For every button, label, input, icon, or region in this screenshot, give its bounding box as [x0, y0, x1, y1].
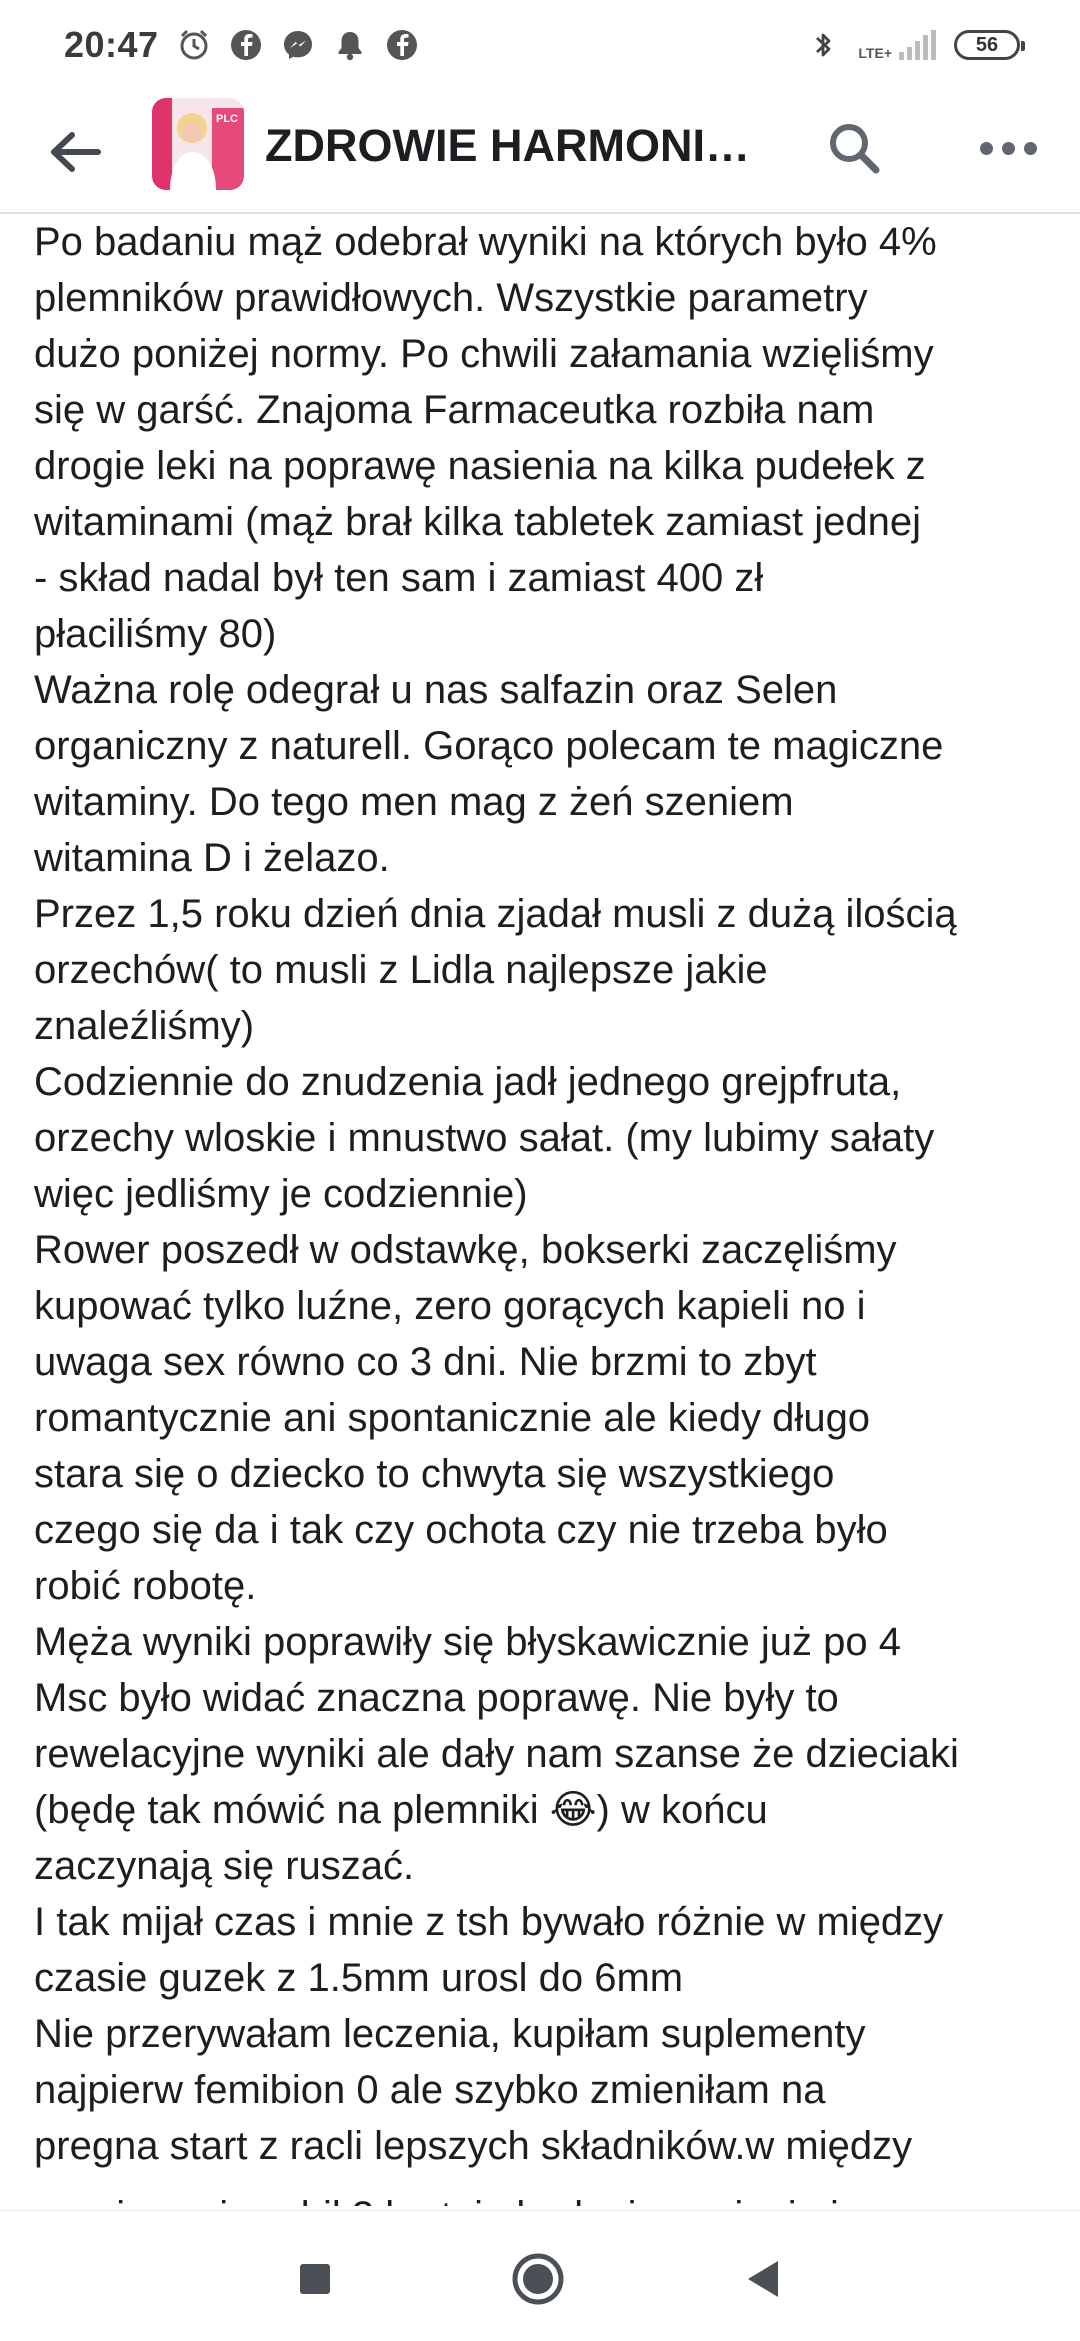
- post-line: płaciliśmy 80): [34, 612, 277, 656]
- post-line: witamina D i żelazo.: [34, 836, 390, 880]
- post-line: się w garść. Znajoma Farmaceutka rozbiła…: [34, 388, 875, 432]
- home-button[interactable]: [508, 2249, 568, 2309]
- battery-indicator: 56: [954, 30, 1025, 60]
- search-icon: [830, 124, 880, 174]
- back-arrow-button[interactable]: [44, 120, 108, 184]
- post-line: Przez 1,5 roku dzień dnia zjadał musli z…: [34, 892, 957, 936]
- network-type-label: LTE+: [858, 45, 892, 61]
- back-arrow-icon: [51, 132, 101, 172]
- post-body: Po badaniu mąż odebrał wyniki na których…: [34, 216, 1064, 2174]
- system-nav-bar: [0, 2210, 1080, 2341]
- post-line: najpierw femibion 0 ale szybko zmieniłam…: [34, 2068, 826, 2112]
- back-button[interactable]: [732, 2249, 792, 2309]
- post-line: czego się da i tak czy ochota czy nie tr…: [34, 1508, 888, 1552]
- status-time: 20:47: [64, 24, 159, 65]
- more-options-button[interactable]: [968, 116, 1048, 180]
- post-line: orzechy wloskie i mnustwo sałat. (my lub…: [34, 1116, 935, 1160]
- post-line: stara się o dziecko to chwyta się wszyst…: [34, 1452, 835, 1496]
- post-line: znaleźliśmy): [34, 1004, 255, 1048]
- search-button[interactable]: [822, 116, 886, 180]
- alarm-icon: [177, 28, 211, 62]
- bluetooth-icon: [806, 28, 840, 62]
- post-line: plemników prawidłowych. Wszystkie parame…: [34, 276, 868, 320]
- signal-icon: [899, 30, 936, 60]
- more-dot-icon: [1001, 141, 1015, 155]
- group-title[interactable]: ZDROWIE HARMONIA...: [265, 118, 765, 174]
- post-line: Msc było widać znaczna poprawę. Nie były…: [34, 1676, 839, 1720]
- messenger-icon: [281, 28, 315, 62]
- post-line: drogie leki na poprawę nasienia na kilka…: [34, 444, 926, 488]
- post-line: więc jedliśmy je codziennie): [34, 1172, 528, 1216]
- post-line: rewelacyjne wyniki ale dały nam szanse ż…: [34, 1732, 959, 1776]
- recents-button[interactable]: [285, 2249, 345, 2309]
- post-line: czasie guzek z 1.5mm urosl do 6mm: [34, 1956, 684, 2000]
- group-header: PLC ZDROWIE HARMONIA...: [0, 90, 1080, 214]
- avatar-text: PLC: [216, 113, 238, 125]
- status-right: LTE+ 56: [806, 28, 1025, 62]
- post-line: witaminami (mąż brał kilka tabletek zami…: [34, 500, 921, 544]
- square-icon: [300, 2264, 330, 2294]
- facebook-icon-2: [385, 28, 419, 62]
- post-line: Rower poszedł w odstawkę, bokserki zaczę…: [34, 1228, 897, 1272]
- facebook-icon: [229, 28, 263, 62]
- post-line-cut: czasie mąż zrobił 3 krotnie badanie nasi…: [34, 2188, 839, 2206]
- more-dot-icon: [979, 141, 993, 155]
- post-line: Nie przerywałam leczenia, kupiłam suplem…: [34, 2012, 866, 2056]
- back-triangle-icon: [748, 2261, 778, 2297]
- post-line: I tak mijał czas i mnie z tsh bywało róż…: [34, 1900, 944, 1944]
- post-line: orzechów( to musli z Lidla najlepsze jak…: [34, 948, 768, 992]
- post-content: Po badaniu mąż odebrał wyniki na których…: [0, 216, 1080, 2206]
- post-line: uwaga sex równo co 3 dni. Nie brzmi to z…: [34, 1340, 817, 1384]
- post-line: dużo poniżej normy. Po chwili załamania …: [34, 332, 934, 376]
- status-left: 20:47: [64, 24, 419, 66]
- group-avatar[interactable]: PLC: [152, 98, 244, 190]
- status-bar: 20:47 LTE+ 56: [0, 0, 1080, 90]
- post-line: - skład nadal był ten sam i zamiast 400 …: [34, 556, 764, 600]
- post-line: Męża wyniki poprawiły się błyskawicznie …: [34, 1620, 902, 1664]
- signal-indicator: LTE+: [858, 30, 936, 60]
- post-line: pregna start z racli lepszych składników…: [34, 2124, 913, 2168]
- post-line: Po badaniu mąż odebrał wyniki na których…: [34, 220, 937, 264]
- post-line: romantycznie ani spontanicznie ale kiedy…: [34, 1396, 871, 1440]
- post-line: witaminy. Do tego men mag z żeń szeniem: [34, 780, 794, 824]
- home-circle-icon: [512, 2253, 564, 2305]
- post-line: Ważna rolę odegrał u nas salfazin oraz S…: [34, 668, 838, 712]
- bell-icon: [333, 28, 367, 62]
- battery-level: 56: [975, 33, 999, 56]
- more-dot-icon: [1023, 141, 1037, 155]
- post-line: (będę tak mówić na plemniki 😂) w końcu: [34, 1788, 768, 1832]
- post-line: robić robotę.: [34, 1564, 257, 1608]
- post-line: Codziennie do znudzenia jadł jednego gre…: [34, 1060, 902, 1104]
- post-line: zaczynają się ruszać.: [34, 1844, 415, 1888]
- post-line: organiczny z naturell. Gorąco polecam te…: [34, 724, 944, 768]
- post-line: kupować tylko luźne, zero gorących kapie…: [34, 1284, 866, 1328]
